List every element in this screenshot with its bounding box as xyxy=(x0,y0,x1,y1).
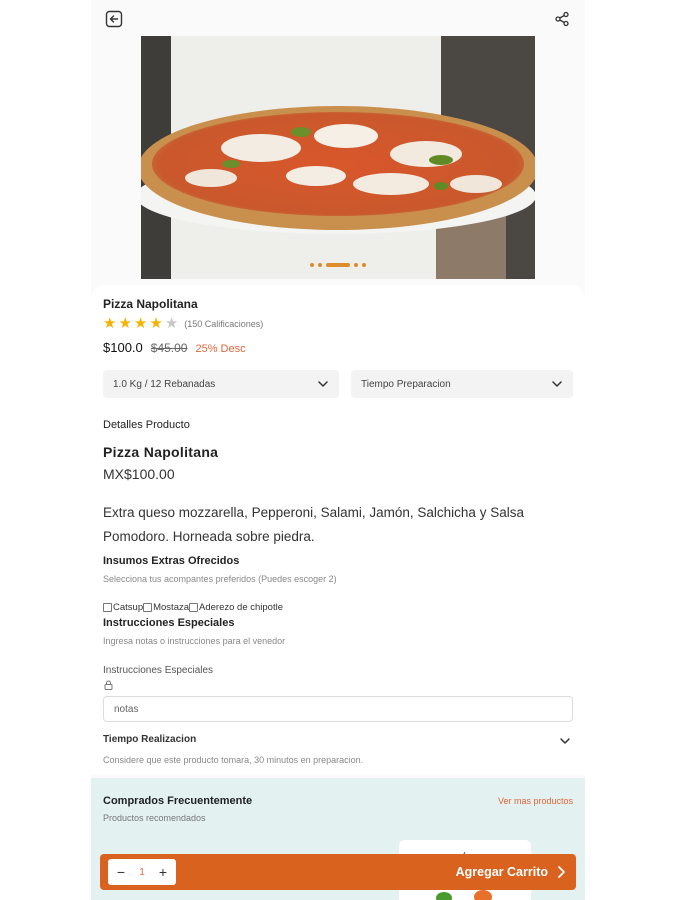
share-button[interactable] xyxy=(551,8,573,30)
current-price: $100.0 xyxy=(103,340,143,355)
lock-icon xyxy=(104,680,113,693)
chevron-down-icon xyxy=(560,738,570,744)
price-row: $100.0 $45.00 25% Desc xyxy=(103,340,246,355)
carousel-indicators xyxy=(141,263,535,267)
extras-options: Catsup Mostaza Aderezo de chipotle xyxy=(103,602,283,613)
time-subtitle: Considere que este producto tomara, 30 m… xyxy=(103,755,364,765)
time-expand-button[interactable] xyxy=(559,734,571,752)
prep-time-select-value: Tiempo Preparacion xyxy=(361,378,451,390)
star-icon: ★ xyxy=(149,315,163,332)
extras-title: Insumos Extras Ofrecidos xyxy=(103,555,240,567)
rating: ★ ★ ★ ★ ★ (150 Calificaciones) xyxy=(103,316,263,331)
chevron-right-icon xyxy=(558,866,565,878)
product-content: Pizza Napolitana ★ ★ ★ ★ ★ (150 Califica… xyxy=(91,285,585,775)
rating-count: (150 Calificaciones) xyxy=(184,318,264,329)
pizza-photo xyxy=(141,36,535,279)
carousel-dot[interactable] xyxy=(354,263,358,267)
frequent-title: Comprados Frecuentemente xyxy=(103,795,253,807)
back-arrow-icon xyxy=(105,10,123,28)
star-icon: ★ xyxy=(164,315,179,332)
extra-option-label: Aderezo de chipotle xyxy=(199,602,283,613)
checkbox[interactable] xyxy=(143,603,153,612)
old-price: $45.00 xyxy=(150,341,188,355)
checkbox[interactable] xyxy=(103,603,112,612)
details-heading: Detalles Producto xyxy=(103,419,190,431)
product-description: Extra queso mozzarella, Pepperoni, Salam… xyxy=(103,505,524,544)
notes-input[interactable]: notas xyxy=(103,696,573,722)
details-price: MX$100.00 xyxy=(103,466,175,482)
chevron-down-icon xyxy=(318,381,328,387)
star-icon: ★ xyxy=(133,315,148,332)
carousel-dot[interactable] xyxy=(318,263,322,267)
size-select-value: 1.0 Kg / 12 Rebanadas xyxy=(113,378,216,390)
instructions-subtitle: Ingresa notas o instrucciones para el ve… xyxy=(103,636,286,646)
prep-time-select[interactable]: Tiempo Preparacion xyxy=(351,370,573,398)
extra-option-chipotle[interactable]: Aderezo de chipotle xyxy=(189,602,283,613)
carousel-dot[interactable] xyxy=(310,263,314,267)
add-to-cart-bar[interactable]: − 1 + Agregar Carrito xyxy=(100,854,576,890)
extra-option-catsup[interactable]: Catsup xyxy=(103,602,143,613)
extra-option-label: Catsup xyxy=(113,602,144,613)
size-select[interactable]: 1.0 Kg / 12 Rebanadas xyxy=(103,370,339,398)
increment-button[interactable]: + xyxy=(156,865,170,879)
carousel-dot[interactable] xyxy=(326,263,350,267)
back-button[interactable] xyxy=(103,8,125,30)
extra-option-mostaza[interactable]: Mostaza xyxy=(143,602,189,613)
instructions-title: Instrucciones Especiales xyxy=(103,617,235,629)
share-icon xyxy=(555,11,569,27)
options-row: 1.0 Kg / 12 Rebanadas Tiempo Preparacion xyxy=(103,370,573,398)
chevron-down-icon xyxy=(552,381,562,387)
quantity-stepper: − 1 + xyxy=(108,859,176,885)
discount-badge: 25% Desc xyxy=(195,343,246,355)
extra-option-label: Mostaza xyxy=(153,602,190,613)
frequent-subtitle: Productos recomendados xyxy=(103,813,206,823)
see-more-link[interactable]: Ver mas productos xyxy=(498,796,573,806)
time-title: Tiempo Realizacion xyxy=(103,734,197,745)
quantity-value: 1 xyxy=(139,866,145,878)
product-screen: Pizza Napolitana ★ ★ ★ ★ ★ (150 Califica… xyxy=(91,0,585,900)
details-title: Pizza Napolitana xyxy=(103,444,219,460)
instructions-field-label: Instrucciones Especiales xyxy=(103,665,214,676)
carousel-dot[interactable] xyxy=(362,263,366,267)
decrement-button[interactable]: − xyxy=(114,865,128,879)
product-image-carousel[interactable] xyxy=(141,36,535,279)
star-icon: ★ xyxy=(103,315,117,332)
product-name: Pizza Napolitana xyxy=(103,297,198,311)
extras-subtitle: Selecciona tus acompantes preferidos (Pu… xyxy=(103,574,337,584)
star-icon: ★ xyxy=(118,315,132,332)
checkbox[interactable] xyxy=(189,603,199,612)
top-bar xyxy=(91,0,585,36)
add-to-cart-label: Agregar Carrito xyxy=(455,865,548,879)
